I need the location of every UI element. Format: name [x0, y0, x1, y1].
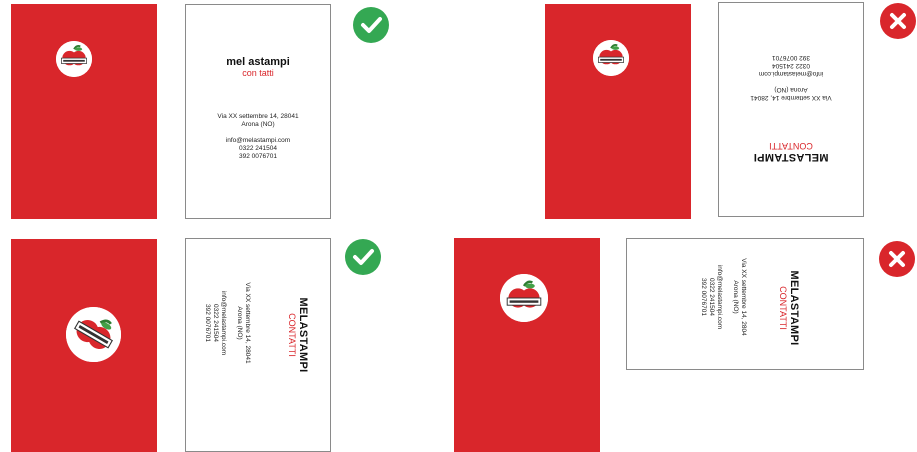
brand-title: MELASTAMPI — [753, 151, 829, 163]
phone-1-text: 0322 241504 — [239, 145, 277, 152]
email-text: info@melastampi.com — [758, 70, 824, 77]
address-line-2: Arona (NO) — [241, 121, 275, 128]
cross-icon — [880, 3, 916, 39]
check-icon — [353, 7, 389, 43]
contacts-subtitle: CONTATTI — [769, 141, 813, 151]
brand-title: MELASTAMPI — [788, 270, 800, 346]
cross-icon — [879, 241, 915, 277]
brand-title: mel astampi — [226, 56, 290, 68]
apple-logo-icon — [55, 296, 132, 373]
contacts-subtitle: CONTATTI — [287, 313, 297, 357]
address-line-2: Arona (NO) — [236, 306, 243, 340]
brand-title: MELASTAMPI — [297, 297, 309, 373]
address-line-1: Via XX settembre 14, 28041 — [244, 282, 251, 364]
phone-2-text: 392 0076701 — [204, 304, 211, 342]
card-back-example-2: Via XX settembre 14, 28041 Arona (NO) in… — [718, 2, 864, 217]
email-text: info@melastampi.com — [716, 264, 723, 330]
phone-1-text: 0322 241504 — [212, 304, 219, 342]
phone-1-text: 0322 241504 — [708, 278, 715, 316]
email-text: info@melastampi.com — [225, 137, 291, 144]
apple-logo-icon — [500, 274, 548, 322]
apple-logo-icon — [56, 41, 92, 77]
card-front-example-3 — [11, 239, 157, 452]
card-back-example-1: mel astampi con tatti Via XX settembre 1… — [185, 4, 331, 219]
address-line-1: Via XX settembre 14, 28041 — [217, 113, 299, 120]
card-front-example-4 — [454, 238, 600, 452]
card-back-example-3: MELASTAMPI CONTATTI Via XX settembre 14,… — [185, 238, 331, 452]
phone-2-text: 392 0076701 — [239, 153, 277, 160]
address-line-1: Via XX settembre 14, 28041 — [750, 94, 832, 101]
contacts-subtitle: con tatti — [242, 68, 274, 78]
card-front-example-2 — [545, 4, 691, 219]
card-front-example-1 — [11, 4, 157, 219]
apple-logo-icon — [593, 40, 629, 76]
address-line-2: Arona (NO) — [774, 86, 808, 93]
phone-2-text: 392 0076701 — [700, 278, 707, 316]
address-line-1: Via XX settembre 14, 2804 — [740, 258, 747, 336]
contacts-subtitle: CONTATTI — [778, 286, 788, 330]
phone-2-text: 392 0076701 — [772, 54, 810, 61]
check-icon — [345, 239, 381, 275]
email-text: info@melastampi.com — [220, 290, 227, 356]
address-line-2: Arona (NO) — [732, 280, 739, 314]
phone-1-text: 0322 241504 — [772, 62, 810, 69]
card-back-example-4: MELASTAMPI CONTATTI Via XX settembre 14,… — [626, 238, 864, 370]
